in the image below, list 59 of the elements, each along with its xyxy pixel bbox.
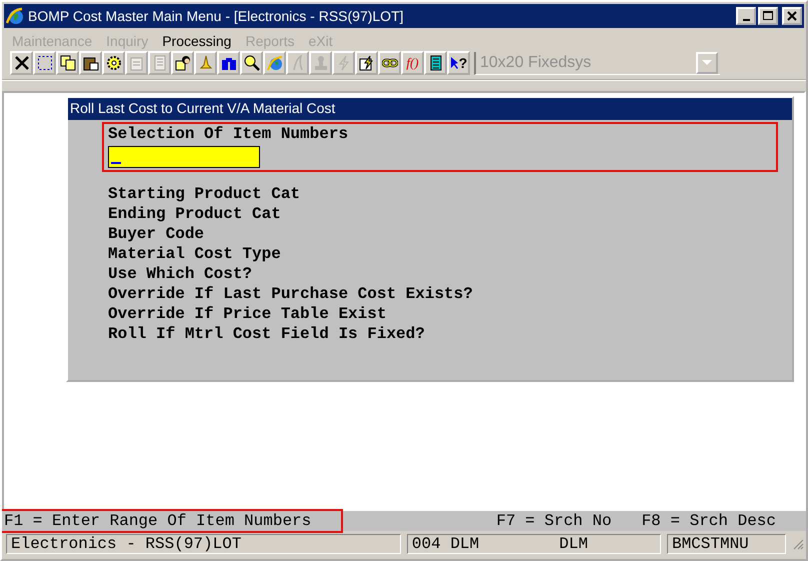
- toolbar-copy-button[interactable]: [56, 51, 79, 75]
- close-button[interactable]: [782, 7, 802, 25]
- key-hint: F8 = Srch Desc: [642, 511, 776, 531]
- status-panel: BMCSTMNU: [666, 534, 786, 554]
- person-document-icon: [174, 55, 190, 71]
- toolbar-calculator-button[interactable]: [424, 51, 447, 75]
- stamp-icon: [312, 55, 328, 71]
- toolbar-function-button[interactable]: f(): [401, 51, 424, 75]
- prompt-label: Override If Last Purchase Cost Exists?: [108, 284, 474, 304]
- maximize-icon: [763, 11, 773, 21]
- dialog-title: Roll Last Cost to Current V/A Material Cost: [68, 98, 792, 120]
- toolbar-help-button[interactable]: ?: [447, 51, 470, 75]
- status-panel: Electronics - RSS(97)LOT: [6, 534, 401, 554]
- toolbar-person-button[interactable]: [171, 51, 194, 75]
- clipboard-icon: [82, 55, 98, 71]
- prompt-label: Material Cost Type: [108, 244, 282, 264]
- globe-icon: [6, 7, 24, 25]
- close-icon: [787, 11, 797, 21]
- menu-item[interactable]: Processing: [162, 33, 232, 49]
- maximize-button[interactable]: [758, 7, 778, 25]
- help-hint: F1 = Enter Range Of Item Numbers: [2, 509, 344, 533]
- minimize-icon: [742, 18, 750, 20]
- toolbar-globe-button[interactable]: [263, 51, 286, 75]
- globe-icon: [266, 55, 282, 71]
- prompt-label: Buyer Code: [108, 224, 206, 244]
- toolbar-chain-button[interactable]: [378, 51, 401, 75]
- status-text: DLM: [559, 534, 588, 554]
- window-title: BOMP Cost Master Main Menu - [Electronics - RSS(97)LOT]: [28, 8, 404, 24]
- toolbar-selection-button[interactable]: [33, 51, 56, 75]
- lightning-document-icon: [358, 55, 374, 71]
- pointer-icon: [450, 56, 459, 70]
- calculator-icon: [428, 55, 444, 71]
- prompt-label: Use Which Cost?: [108, 264, 254, 284]
- dashed-selection-icon: [36, 55, 52, 71]
- input-field[interactable]: [108, 146, 260, 168]
- gear-icon: [106, 55, 122, 71]
- prompt-label: Ending Product Cat: [108, 204, 282, 224]
- prompt-label: Roll If Mtrl Cost Field Is Fixed?: [108, 324, 426, 344]
- copy-icon: [60, 55, 76, 71]
- status-text: 004 DLM: [412, 534, 480, 554]
- resize-grip-icon: [792, 538, 804, 550]
- toolbar-paste-button[interactable]: [79, 51, 102, 75]
- properties-icon: [128, 55, 144, 71]
- toolbar-lightning-document-button[interactable]: [355, 51, 378, 75]
- key-hint: F7 = Srch No: [496, 511, 612, 531]
- dropdown-arrow-icon: [702, 60, 712, 66]
- close-icon: [14, 55, 30, 71]
- prompt-label: Override If Price Table Exist: [108, 304, 388, 324]
- field-label: Selection Of Item Numbers: [108, 124, 350, 144]
- toolbar-close-button[interactable]: [10, 51, 33, 75]
- toolbar-bell-button[interactable]: [194, 51, 217, 75]
- search-icon: [244, 55, 260, 71]
- toolbar-gear-button[interactable]: [102, 51, 125, 75]
- list-icon: [152, 55, 168, 71]
- minimize-button[interactable]: [736, 7, 756, 25]
- font-dropdown[interactable]: 10x20 Fixedsys: [474, 52, 720, 74]
- toolbar-binoculars-button[interactable]: [217, 51, 240, 75]
- prompt-label: Starting Product Cat: [108, 184, 302, 204]
- toolbar-search-button[interactable]: [240, 51, 263, 75]
